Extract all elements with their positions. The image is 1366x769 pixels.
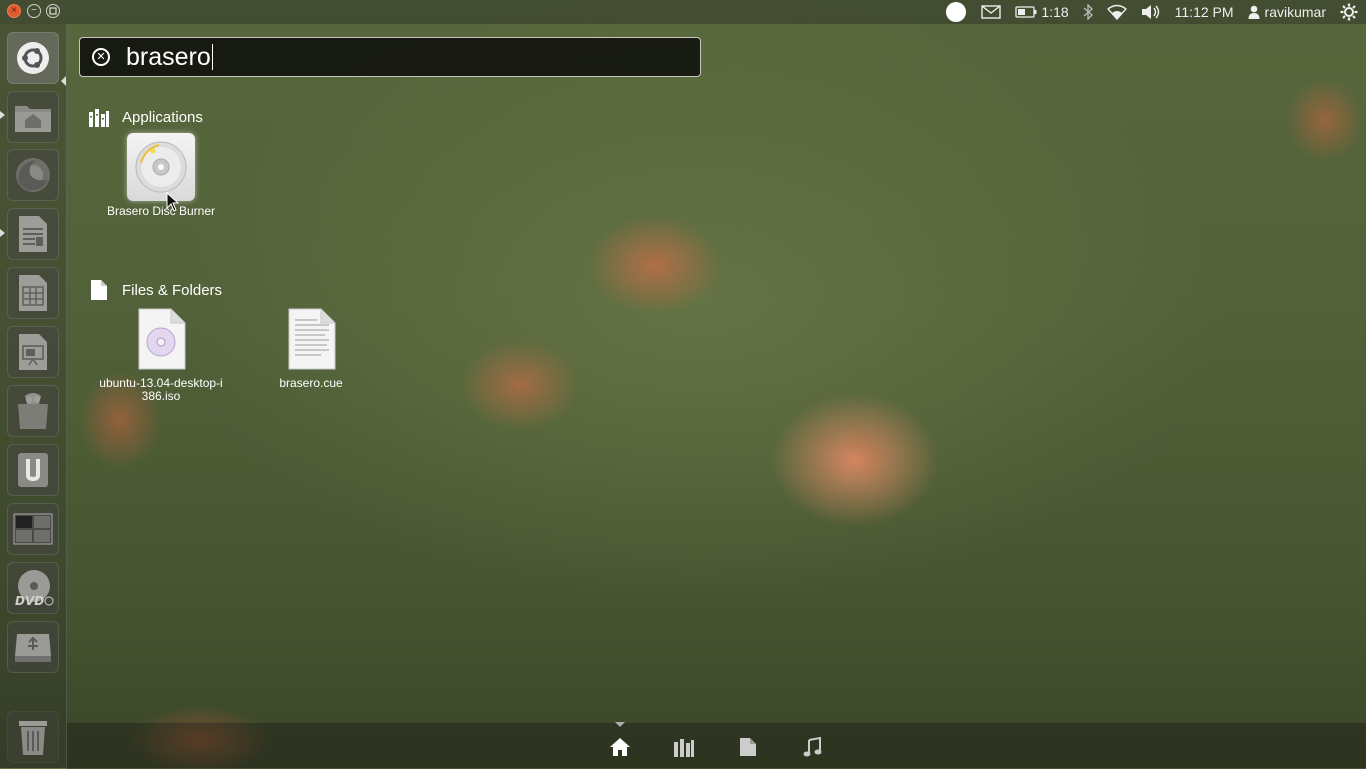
- mouse-pointer-icon: [166, 192, 180, 212]
- home-icon: [610, 738, 630, 756]
- text-caret: [211, 44, 213, 70]
- result-label: brasero.cue: [279, 376, 343, 390]
- running-pip: [0, 229, 5, 237]
- battery-icon: [1015, 6, 1037, 18]
- launcher-item-libreoffice-impress[interactable]: [7, 326, 59, 378]
- lens-music-button[interactable]: [800, 735, 824, 759]
- username: ravikumar: [1264, 4, 1326, 20]
- battery-time: 1:18: [1041, 4, 1069, 20]
- messaging-envelope-icon[interactable]: [981, 5, 1002, 19]
- file-icon: [91, 280, 107, 300]
- launcher-item-trash[interactable]: [7, 711, 59, 763]
- user-icon: [1248, 5, 1260, 19]
- launcher-item-firefox[interactable]: [7, 149, 59, 201]
- result-app-brasero[interactable]: Brasero Disc Burner: [96, 133, 226, 218]
- dash-search-box[interactable]: ✕ brasero: [79, 37, 701, 77]
- battery-indicator[interactable]: 1:18: [1015, 4, 1069, 20]
- clear-search-icon[interactable]: ✕: [92, 48, 110, 66]
- disc-image-file-icon: [138, 308, 186, 370]
- lens-applications-button[interactable]: [672, 735, 696, 759]
- folder-icon: [15, 106, 51, 132]
- launcher: DVD: [0, 24, 67, 768]
- disc-burner-icon: [127, 133, 195, 201]
- launcher-item-dvd-drive[interactable]: DVD: [7, 562, 59, 614]
- launcher-item-workspace-switcher[interactable]: [7, 503, 59, 555]
- firefox-icon: [16, 158, 50, 192]
- calc-icon: [19, 275, 47, 311]
- workspaces-icon: [13, 513, 53, 545]
- top-panel: × − 1:18 11:12 PM ravikumar: [0, 0, 1366, 24]
- writer-icon: [19, 216, 47, 252]
- launcher-item-libreoffice-calc[interactable]: [7, 267, 59, 319]
- usb-drive-icon: [15, 634, 51, 662]
- session-gear-icon[interactable]: [1340, 3, 1358, 21]
- close-window-button[interactable]: ×: [7, 4, 21, 18]
- applications-icon: [89, 109, 109, 127]
- volume-icon[interactable]: [1141, 4, 1161, 20]
- launcher-item-usb-drive[interactable]: [7, 621, 59, 673]
- result-label: Brasero Disc Burner: [106, 204, 216, 218]
- file-icon: [740, 738, 756, 756]
- ubuntu-one-icon: [18, 453, 48, 487]
- result-file-iso[interactable]: ubuntu-13.04-desktop-i386.iso: [96, 308, 226, 403]
- launcher-item-libreoffice-writer[interactable]: [7, 208, 59, 260]
- section-title: Files & Folders: [122, 281, 223, 299]
- svg-text:DVD: DVD: [15, 594, 44, 608]
- running-pip: [0, 111, 5, 119]
- launcher-item-dash-home[interactable]: [7, 32, 59, 84]
- lens-bar: [67, 722, 1366, 769]
- applications-icon: [674, 739, 694, 757]
- trash-icon: [19, 721, 47, 755]
- user-menu[interactable]: ravikumar: [1248, 4, 1326, 20]
- section-header-applications[interactable]: Applications: [88, 106, 203, 128]
- section-title: Applications: [122, 108, 203, 126]
- launcher-item-software-center[interactable]: [7, 385, 59, 437]
- result-label: ubuntu-13.04-desktop-i386.iso: [99, 376, 223, 403]
- lens-home-button[interactable]: [608, 735, 632, 759]
- launcher-item-home-folder[interactable]: [7, 91, 59, 143]
- bluetooth-icon[interactable]: [1083, 4, 1093, 20]
- clock[interactable]: 11:12 PM: [1175, 4, 1234, 20]
- system-tray: 1:18 11:12 PM ravikumar: [945, 0, 1366, 24]
- ubuntu-logo-icon: [17, 42, 49, 74]
- result-file-cue[interactable]: brasero.cue: [246, 308, 376, 390]
- indicator-circle-icon[interactable]: [945, 1, 967, 23]
- minimize-window-button[interactable]: −: [27, 4, 41, 18]
- wifi-icon[interactable]: [1106, 4, 1127, 20]
- text-file-icon: [288, 308, 336, 370]
- lens-files-button[interactable]: [736, 735, 760, 759]
- music-note-icon: [803, 737, 822, 757]
- dash-open-indicator: [61, 76, 66, 86]
- dvd-icon: DVD: [15, 570, 54, 608]
- shopping-bag-icon: [18, 393, 48, 429]
- maximize-window-button[interactable]: [46, 4, 60, 18]
- section-header-files[interactable]: Files & Folders: [88, 279, 222, 301]
- launcher-item-ubuntu-one[interactable]: [7, 444, 59, 496]
- search-input[interactable]: brasero: [126, 43, 211, 72]
- impress-icon: [19, 334, 47, 370]
